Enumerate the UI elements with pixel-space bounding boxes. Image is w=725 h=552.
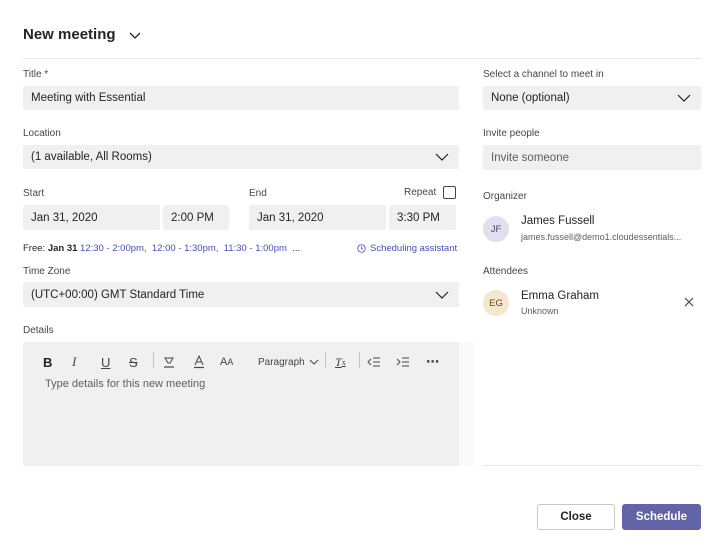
bold-icon[interactable]: B	[43, 354, 52, 370]
avatar: JF	[483, 216, 509, 242]
font-color-icon[interactable]	[193, 354, 205, 370]
italic-icon[interactable]: I	[72, 354, 76, 370]
channel-value: None (optional)	[491, 92, 570, 104]
end-date-value: Jan 31, 2020	[257, 211, 324, 224]
timezone-dropdown[interactable]: (UTC+00:00) GMT Standard Time	[23, 282, 459, 307]
end-label: End	[249, 188, 267, 199]
right-divider	[483, 465, 701, 466]
strikethrough-icon[interactable]: S	[129, 354, 138, 370]
location-dropdown[interactable]: (1 available, All Rooms)	[23, 145, 459, 169]
increase-indent-icon[interactable]	[396, 354, 410, 370]
attendee-name: Emma Graham	[521, 290, 599, 302]
invite-label: Invite people	[483, 128, 540, 139]
channel-dropdown[interactable]: None (optional)	[483, 86, 701, 110]
paragraph-dropdown[interactable]: Paragraph	[258, 354, 319, 370]
highlight-icon[interactable]	[162, 354, 176, 370]
timezone-value: (UTC+00:00) GMT Standard Time	[31, 288, 205, 301]
location-value: (1 available, All Rooms)	[31, 151, 152, 163]
free-slot[interactable]: 12:00 - 1:30pm,	[152, 243, 219, 254]
free-prefix: Free:	[23, 243, 46, 254]
chevron-down-icon	[435, 153, 449, 161]
decrease-indent-icon[interactable]	[367, 354, 381, 370]
channel-label: Select a channel to meet in	[483, 69, 604, 80]
details-label: Details	[23, 325, 54, 336]
title-input[interactable]: Meeting with Essential	[23, 86, 459, 110]
page-title-text: New meeting	[23, 26, 116, 43]
toolbar-divider	[153, 352, 154, 368]
start-time-value: 2:00 PM	[171, 211, 214, 224]
end-time-input[interactable]: 3:30 PM	[389, 205, 456, 230]
attendees-label: Attendees	[483, 266, 529, 277]
title-label: Title *	[23, 69, 49, 80]
schedule-button[interactable]: Schedule	[622, 504, 701, 530]
scheduling-assistant-text: Scheduling assistant	[370, 243, 458, 254]
start-date-input[interactable]: Jan 31, 2020	[23, 205, 160, 230]
avatar: EG	[483, 290, 509, 316]
clock-icon	[357, 244, 366, 253]
free-slot[interactable]: 11:30 - 1:00pm	[224, 243, 287, 254]
paragraph-label: Paragraph	[258, 356, 305, 368]
organizer-label: Organizer	[483, 191, 527, 202]
end-date-input[interactable]: Jan 31, 2020	[249, 205, 386, 230]
clear-format-icon[interactable]: Tx	[335, 354, 346, 370]
end-time-value: 3:30 PM	[397, 211, 440, 224]
repeat-checkbox[interactable]	[443, 186, 456, 199]
page-title[interactable]: New meeting	[23, 26, 142, 43]
underline-icon[interactable]: U	[101, 354, 110, 370]
free-slot[interactable]: 12:30 - 2:00pm,	[80, 243, 147, 254]
font-size-icon[interactable]: AA	[220, 354, 233, 370]
free-more[interactable]: ...	[292, 243, 300, 254]
invite-placeholder: Invite someone	[491, 151, 569, 164]
start-date-value: Jan 31, 2020	[31, 211, 98, 224]
start-label: Start	[23, 188, 45, 199]
header-divider	[23, 58, 701, 59]
scheduling-assistant-link[interactable]: Scheduling assistant	[357, 243, 457, 254]
start-time-input[interactable]: 2:00 PM	[163, 205, 229, 230]
repeat-label: Repeat	[404, 187, 437, 198]
title-input-value: Meeting with Essential	[31, 92, 146, 104]
attendee-status: Unknown	[521, 306, 559, 316]
close-button[interactable]: Close	[537, 504, 615, 530]
details-placeholder: Type details for this new meeting	[45, 378, 206, 390]
toolbar-divider	[325, 352, 326, 368]
editor-scrollbar[interactable]	[459, 342, 475, 466]
toolbar-divider	[359, 352, 360, 368]
free-date: Jan 31	[47, 243, 78, 254]
chevron-down-icon	[435, 291, 449, 299]
more-options-icon[interactable]: ⋯	[426, 354, 439, 370]
invite-input[interactable]: Invite someone	[483, 145, 701, 170]
chevron-down-icon	[129, 32, 140, 39]
organizer-email: james.fussell@demo1.cloudessentials...	[521, 232, 682, 242]
timezone-label: Time Zone	[23, 266, 71, 277]
free-slots: Free: Jan 31 12:30 - 2:00pm, 12:00 - 1:3…	[23, 243, 300, 254]
organizer-name: James Fussell	[521, 215, 595, 227]
close-icon[interactable]	[684, 297, 694, 307]
location-label: Location	[23, 128, 61, 139]
details-editor[interactable]: B I U S AA Paragraph Tx ⋯ Type details f…	[23, 342, 459, 466]
chevron-down-icon	[309, 359, 319, 365]
chevron-down-icon	[677, 94, 691, 102]
